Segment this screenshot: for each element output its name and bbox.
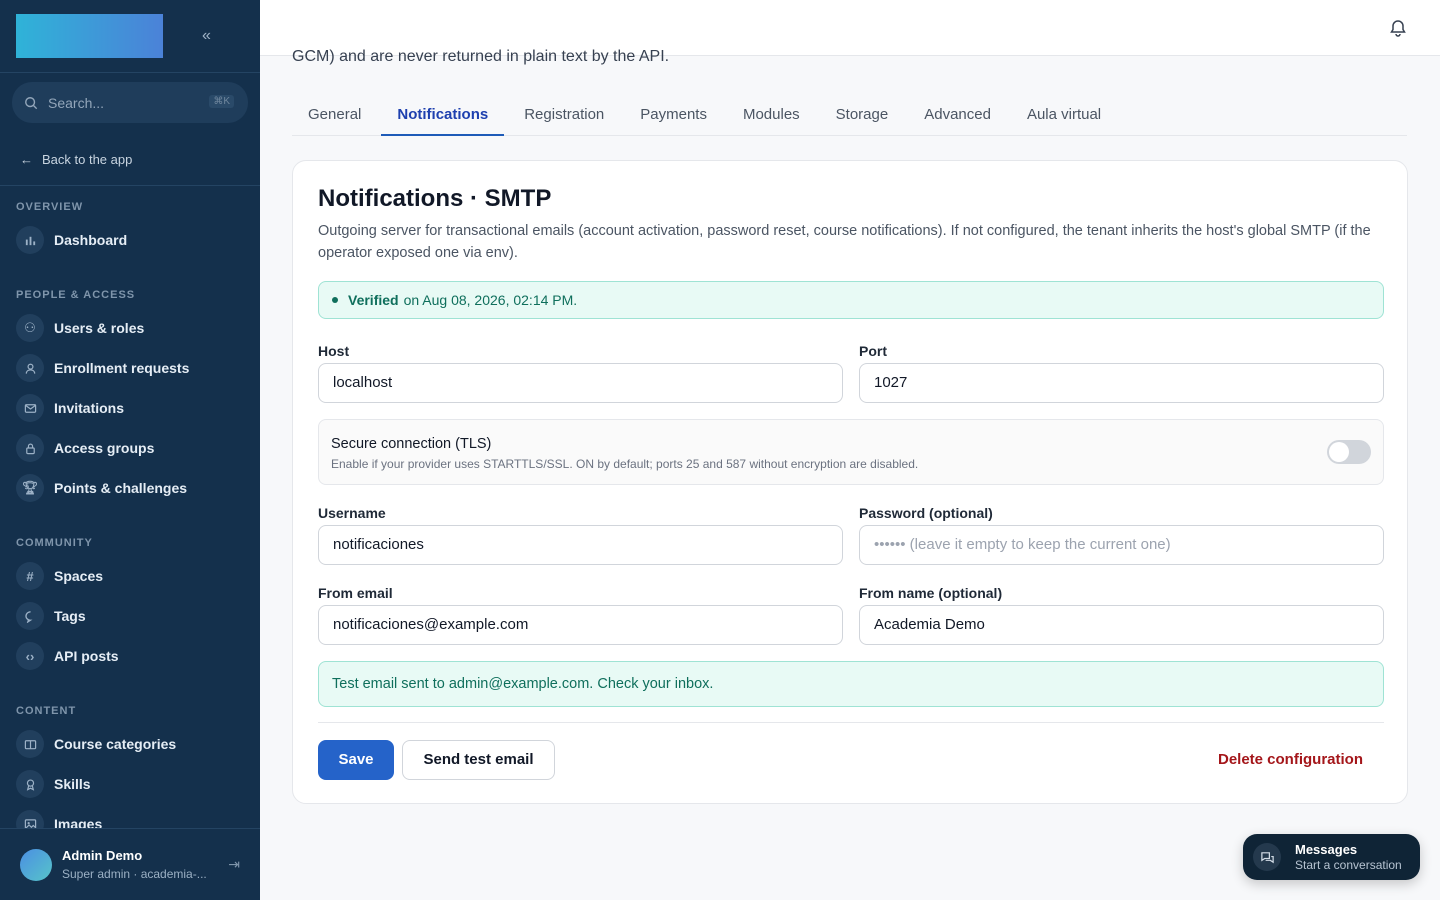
sidebar-item-invitations[interactable]: Invitations — [0, 388, 260, 428]
tab-payments[interactable]: Payments — [624, 95, 723, 136]
back-label: Back to the app — [42, 151, 133, 167]
trophy-icon: 🏆︎ — [16, 474, 44, 502]
test-email-success-message: Test email sent to admin@example.com. Ch… — [318, 661, 1384, 707]
sidebar-item-users-roles[interactable]: ⚇ Users & roles — [0, 308, 260, 348]
back-to-app-link[interactable]: ← Back to the app — [0, 133, 260, 186]
messages-subtitle: Start a conversation — [1295, 858, 1402, 872]
tab-registration[interactable]: Registration — [508, 95, 620, 136]
host-input[interactable]: localhost — [318, 363, 843, 403]
mail-icon — [16, 394, 44, 422]
collapse-sidebar-icon[interactable]: « — [202, 27, 211, 45]
tab-aula-virtual[interactable]: Aula virtual — [1011, 95, 1117, 136]
verified-date: on Aug 08, 2026, 02:14 PM. — [403, 292, 578, 308]
sidebar-item-enrollment-requests[interactable]: Enrollment requests — [0, 348, 260, 388]
sidebar-item-label: Access groups — [54, 440, 155, 456]
search-placeholder: Search... — [48, 94, 105, 111]
chat-bubble-icon — [16, 602, 44, 630]
password-label: Password (optional) — [859, 505, 993, 521]
section-title-content: CONTENT — [16, 705, 77, 717]
sidebar-item-label: Enrollment requests — [54, 360, 190, 376]
from-name-input[interactable]: Academia Demo — [859, 605, 1384, 645]
password-input[interactable]: •••••• (leave it empty to keep the curre… — [859, 525, 1384, 565]
search-shortcut: ⌘K — [209, 95, 234, 108]
from-name-label: From name (optional) — [859, 585, 1003, 601]
hash-icon: # — [16, 562, 44, 590]
tls-toggle[interactable] — [1327, 440, 1371, 464]
sidebar-item-label: Tags — [54, 608, 86, 624]
brand-logo[interactable] — [16, 14, 163, 58]
code-icon: ‹› — [16, 642, 44, 670]
sidebar-item-skills[interactable]: Skills — [0, 764, 260, 804]
status-dot — [332, 297, 338, 303]
sidebar-header: « — [0, 0, 260, 73]
sidebar-item-label: Course categories — [54, 736, 177, 752]
verified-label: Verified — [348, 292, 399, 308]
award-icon — [16, 770, 44, 798]
tls-title: Secure connection (TLS) — [331, 436, 492, 452]
username-input[interactable]: notificaciones — [318, 525, 843, 565]
sidebar: « Search... ⌘K ← Back to the app OVERVIE… — [0, 0, 260, 900]
tab-modules[interactable]: Modules — [727, 95, 816, 136]
from-email-input[interactable]: notificaciones@example.com — [318, 605, 843, 645]
divider — [318, 722, 1384, 723]
logout-icon[interactable]: ⇥ — [228, 856, 240, 873]
tab-general[interactable]: General — [292, 95, 377, 136]
section-title-people: PEOPLE & ACCESS — [16, 289, 136, 301]
messages-title: Messages — [1295, 842, 1358, 857]
bar-chart-icon — [16, 226, 44, 254]
tls-setting: Secure connection (TLS) Enable if your p… — [318, 419, 1384, 485]
sidebar-item-label: Spaces — [54, 568, 104, 584]
tab-notifications[interactable]: Notifications — [381, 95, 505, 136]
tls-description: Enable if your provider uses STARTTLS/SS… — [331, 457, 919, 471]
send-test-email-button[interactable]: Send test email — [402, 740, 555, 780]
book-icon — [16, 730, 44, 758]
users-icon: ⚇ — [16, 314, 44, 342]
sidebar-item-access-groups[interactable]: Access groups — [0, 428, 260, 468]
user-icon — [16, 354, 44, 382]
sidebar-item-tags[interactable]: Tags — [0, 596, 260, 636]
tab-storage[interactable]: Storage — [820, 95, 905, 136]
sidebar-item-label: Users & roles — [54, 320, 145, 336]
sidebar-item-api-posts[interactable]: ‹› API posts — [0, 636, 260, 676]
sidebar-item-label: Dashboard — [54, 232, 128, 248]
sidebar-item-label: Skills — [54, 776, 91, 792]
section-title-overview: OVERVIEW — [16, 201, 84, 213]
card-description: Outgoing server for transactional emails… — [318, 223, 1371, 261]
lock-icon — [16, 434, 44, 462]
card-title: Notifications · SMTP — [318, 185, 552, 212]
settings-tabs: General Notifications Registration Payme… — [292, 95, 1407, 136]
sidebar-search[interactable]: Search... ⌘K — [12, 82, 248, 123]
sidebar-item-label: API posts — [54, 648, 119, 664]
messages-widget[interactable]: Messages Start a conversation — [1243, 834, 1420, 880]
chat-icon — [1253, 843, 1281, 871]
sidebar-item-points-challenges[interactable]: 🏆︎ Points & challenges — [0, 468, 260, 508]
sidebar-item-dashboard[interactable]: Dashboard — [0, 220, 260, 260]
bell-icon[interactable] — [1388, 18, 1408, 38]
section-title-community: COMMUNITY — [16, 537, 93, 549]
save-button[interactable]: Save — [318, 740, 394, 780]
user-name: Admin Demo — [62, 848, 143, 863]
avatar — [20, 848, 52, 881]
username-label: Username — [318, 505, 386, 521]
sidebar-item-course-categories[interactable]: Course categories — [0, 724, 260, 764]
port-input[interactable]: 1027 — [859, 363, 1384, 403]
sidebar-item-spaces[interactable]: # Spaces — [0, 556, 260, 596]
verified-status-banner: Verified on Aug 08, 2026, 02:14 PM. — [318, 281, 1384, 319]
tab-advanced[interactable]: Advanced — [908, 95, 1007, 136]
user-role: Super admin · academia-... — [62, 867, 207, 881]
search-icon — [25, 96, 38, 109]
delete-configuration-button[interactable]: Delete configuration — [1218, 740, 1363, 780]
page-intro-text: GCM) and are never returned in plain tex… — [292, 48, 670, 65]
sidebar-item-label: Invitations — [54, 400, 125, 416]
smtp-settings-card: Notifications · SMTP Outgoing server for… — [292, 160, 1408, 804]
from-email-label: From email — [318, 585, 393, 601]
port-label: Port — [859, 343, 887, 359]
host-label: Host — [318, 343, 350, 359]
current-user[interactable]: Admin Demo Super admin · academia-... ⇥ — [0, 828, 260, 900]
toggle-knob — [1329, 442, 1349, 462]
arrow-left-icon: ← — [20, 151, 33, 167]
sidebar-item-label: Points & challenges — [54, 480, 188, 496]
